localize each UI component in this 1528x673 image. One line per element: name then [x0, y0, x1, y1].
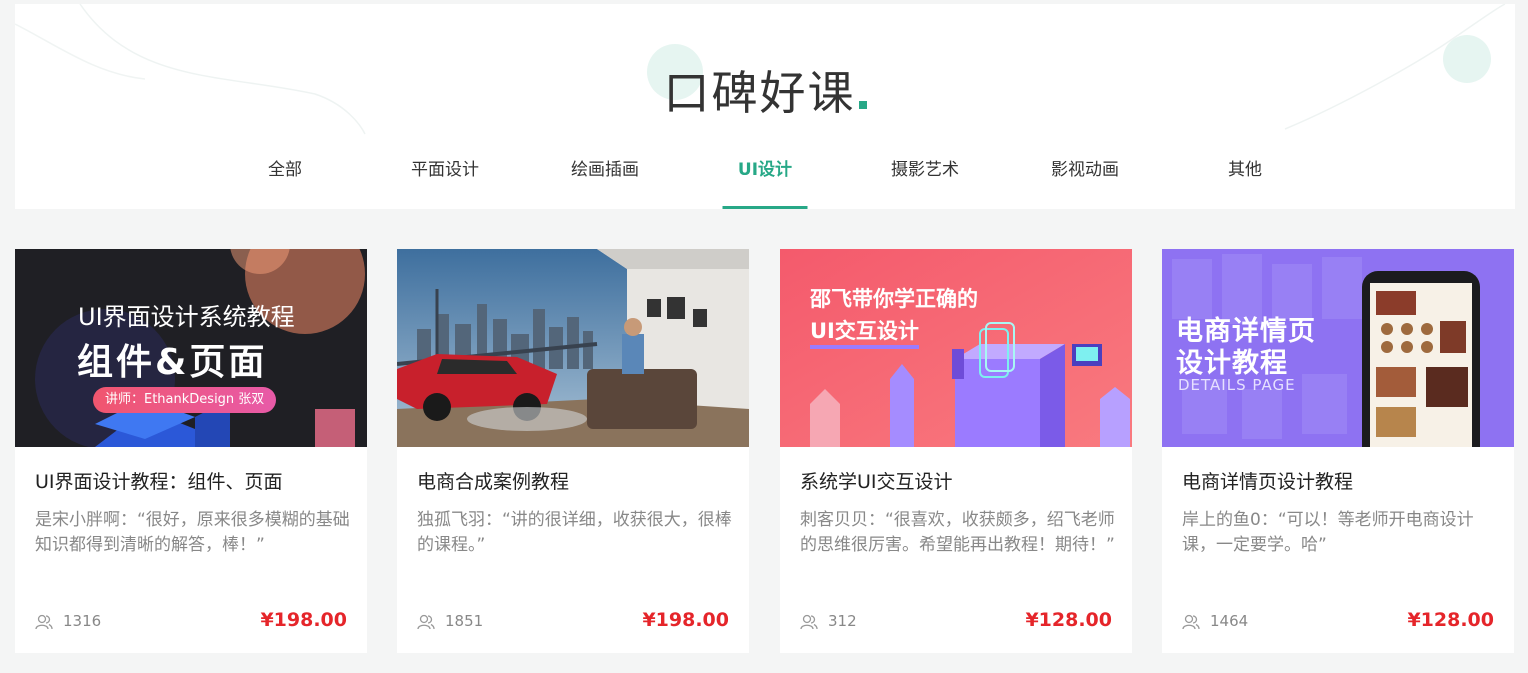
course-price: ¥128.00: [1025, 609, 1112, 631]
thumb-line1: UI界面设计系统教程: [78, 303, 295, 331]
course-meta: 1851 ¥198.00: [417, 609, 729, 633]
course-thumbnail[interactable]: UI界面设计系统教程 组件&页面 讲师：EthankDesign 张双: [15, 249, 367, 447]
course-price: ¥198.00: [642, 609, 729, 631]
course-card[interactable]: 电商详情页 设计教程 DETAILS PAGE 电商详情页设计教程 岸上的鱼0：…: [1162, 249, 1514, 653]
course-card[interactable]: UI界面设计系统教程 组件&页面 讲师：EthankDesign 张双 UI界面…: [15, 249, 367, 653]
thumb-line1: 邵飞带你学正确的: [810, 287, 978, 311]
student-count: 1851: [445, 612, 484, 630]
tab-other[interactable]: 其他: [1175, 154, 1315, 209]
course-thumbnail[interactable]: 电商详情页 设计教程 DETAILS PAGE: [1162, 249, 1514, 447]
course-thumbnail[interactable]: 邵飞带你学正确的 UI交互设计: [780, 249, 1132, 447]
people-icon: [800, 614, 818, 630]
title-dot: [858, 101, 867, 109]
course-comment: 刺客贝贝：“很喜欢，收获颇多，绍飞老师的思维很厉害。希望能再出教程！期待！”: [800, 510, 1115, 555]
course-price: ¥198.00: [260, 609, 347, 631]
people-icon: [1182, 614, 1200, 630]
course-card[interactable]: 电商合成案例教程 独孤飞羽：“讲的很详细，收获很大，很棒的课程。” 1851 ¥…: [397, 249, 749, 653]
section-title: 口碑好课: [15, 66, 1515, 121]
course-meta: 1316 ¥198.00: [35, 609, 347, 633]
student-count: 312: [828, 612, 857, 630]
course-comment: 独孤飞羽：“讲的很详细，收获很大，很棒的课程。”: [417, 510, 732, 555]
thumb-line2: 设计教程: [1176, 348, 1288, 379]
course-title[interactable]: 电商详情页设计教程: [1182, 467, 1353, 494]
section-header: 口碑好课 全部 平面设计 绘画插画 UI设计 摄影艺术 影视动画 其他: [15, 4, 1515, 209]
course-title[interactable]: 电商合成案例教程: [417, 467, 569, 494]
course-meta: 312 ¥128.00: [800, 609, 1112, 633]
course-price: ¥128.00: [1407, 609, 1494, 631]
tab-ui-design[interactable]: UI设计: [695, 154, 835, 209]
category-tabs: 全部 平面设计 绘画插画 UI设计 摄影艺术 影视动画 其他: [15, 154, 1515, 209]
tab-graphic-design[interactable]: 平面设计: [375, 154, 515, 209]
course-comment: 岸上的鱼0：“可以！等老师开电商设计课，一定要学。哈”: [1182, 510, 1474, 555]
course-thumbnail[interactable]: [397, 249, 749, 447]
instructor-badge: 讲师：EthankDesign 张双: [93, 387, 277, 413]
student-count: 1464: [1210, 612, 1249, 630]
thumbnail-art: [397, 249, 749, 447]
course-comment: 是宋小胖啊：“很好，原来很多模糊的基础知识都得到清晰的解答，棒！”: [35, 510, 350, 555]
tab-illustration[interactable]: 绘画插画: [535, 154, 675, 209]
people-icon: [35, 614, 53, 630]
student-count: 1316: [63, 612, 102, 630]
tab-all[interactable]: 全部: [215, 154, 355, 209]
tab-film-animation[interactable]: 影视动画: [1015, 154, 1155, 209]
people-icon: [417, 614, 435, 630]
thumb-line2: UI交互设计: [810, 315, 919, 349]
course-card[interactable]: 邵飞带你学正确的 UI交互设计 系统学UI交互设计 刺客贝贝：“很喜欢，收获颇多…: [780, 249, 1132, 653]
thumb-line2: 组件&页面: [77, 342, 268, 383]
course-title[interactable]: UI界面设计教程：组件、页面: [35, 467, 283, 494]
course-meta: 1464 ¥128.00: [1182, 609, 1494, 633]
course-title[interactable]: 系统学UI交互设计: [800, 467, 953, 494]
thumb-line3: DETAILS PAGE: [1178, 376, 1296, 394]
tab-photography[interactable]: 摄影艺术: [855, 154, 995, 209]
